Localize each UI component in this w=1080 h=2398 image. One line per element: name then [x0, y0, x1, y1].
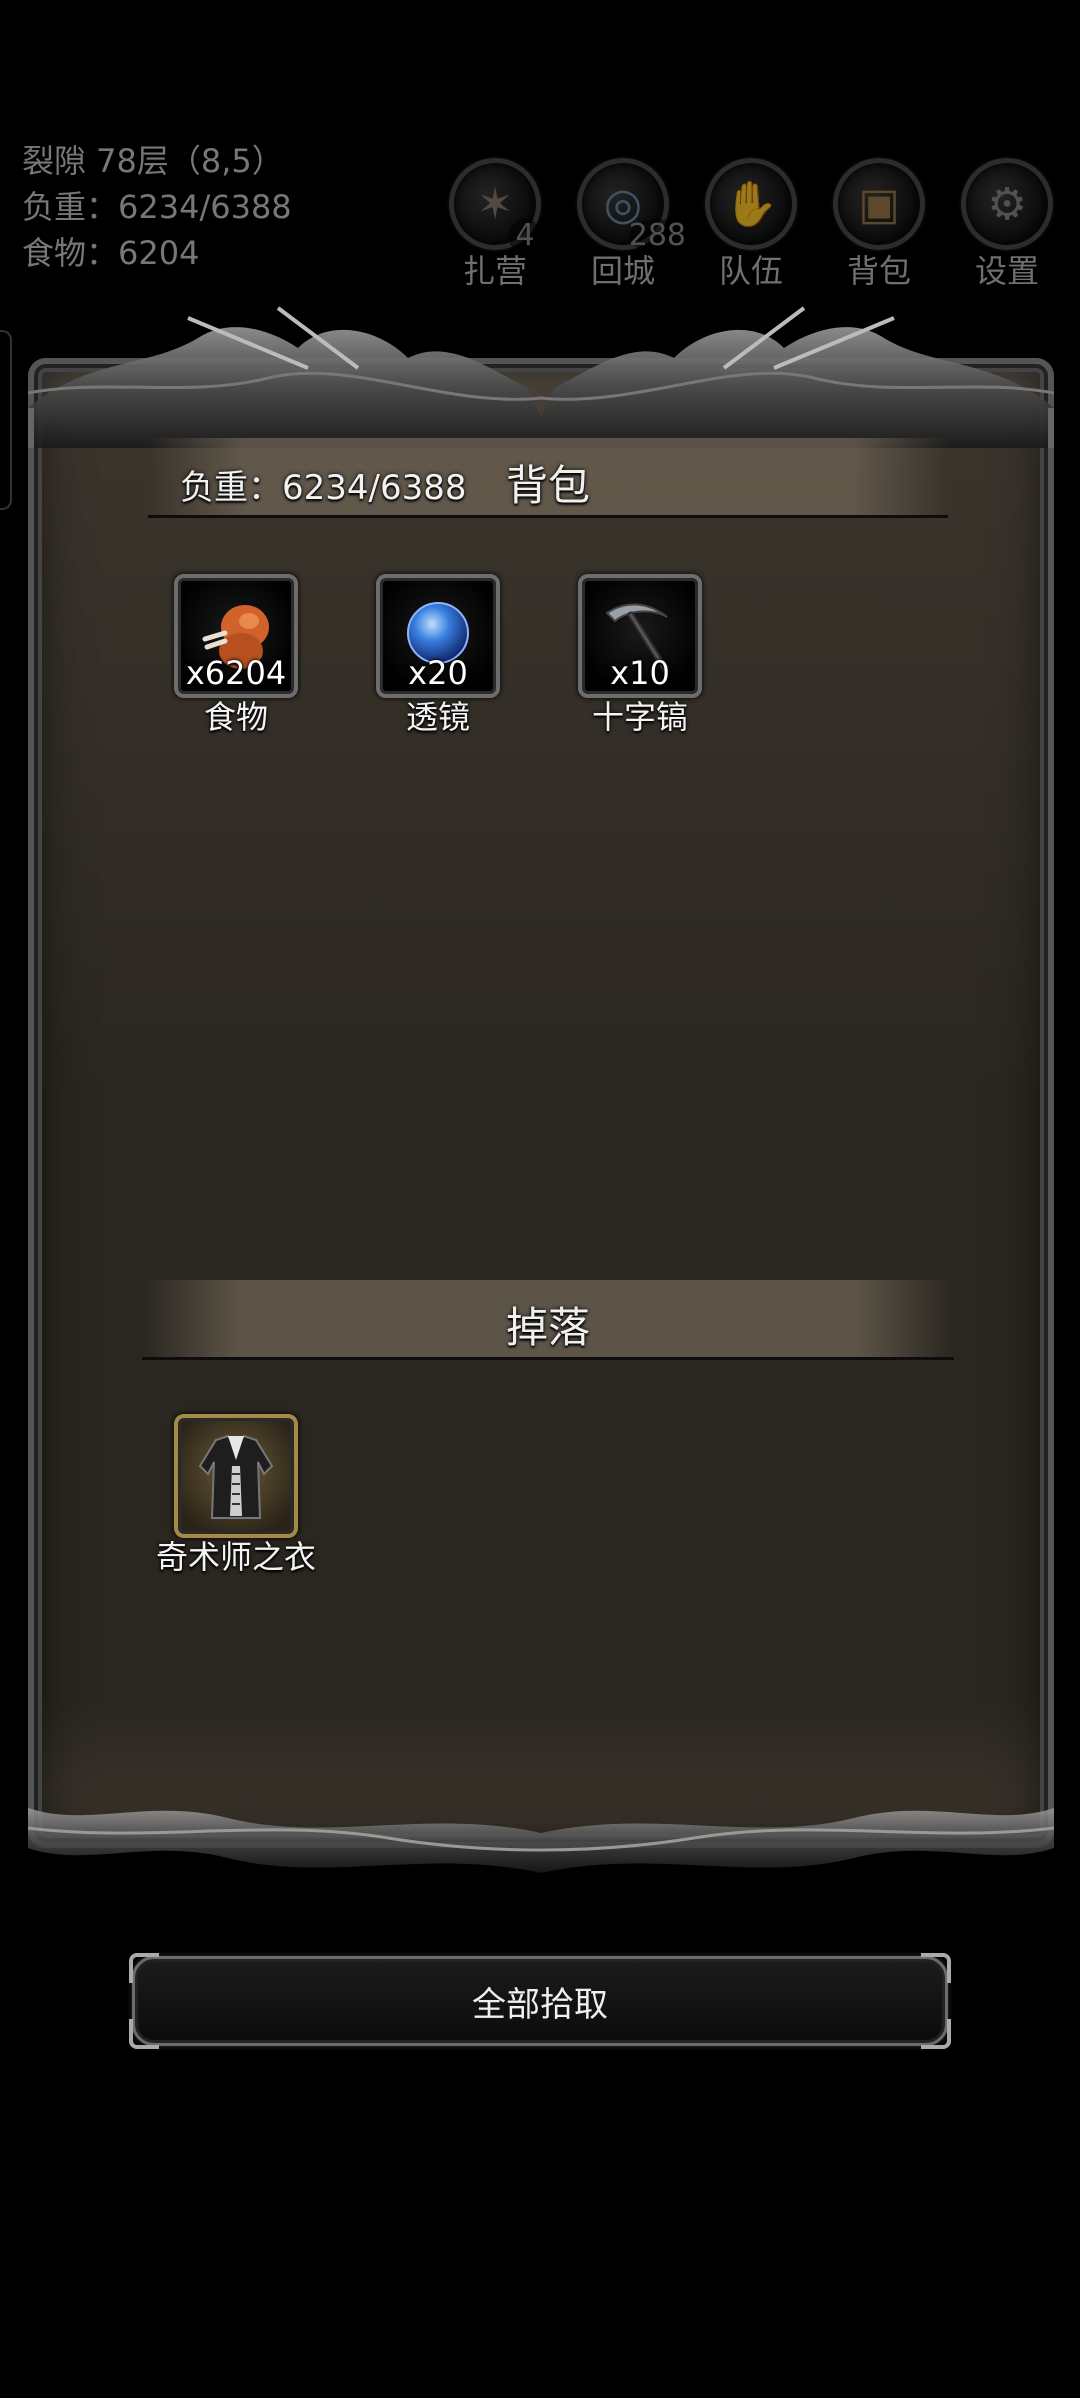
menu-settings-button[interactable]: ⚙ 设置	[960, 158, 1054, 292]
drop-item-robe[interactable]: 奇术师之衣	[156, 1414, 316, 1578]
menu-return-button[interactable]: ◎ 288 回城	[576, 158, 686, 292]
robe-icon	[198, 1434, 274, 1519]
gear-icon: ⚙	[961, 158, 1053, 250]
pick-all-button[interactable]: 全部拾取	[129, 1953, 951, 2049]
dragon-crest-ornament	[28, 306, 1054, 448]
menu-team-button[interactable]: ✋ 队伍	[704, 158, 798, 292]
button-corner-ornament	[129, 2019, 159, 2049]
menu-camp-button[interactable]: ✶ 4 扎营	[448, 158, 542, 292]
weight-text: 负重：6234/6388	[22, 188, 292, 226]
menu-bag-label: 背包	[846, 252, 911, 290]
item-quantity: x10	[610, 654, 670, 692]
item-quantity: x20	[408, 654, 468, 692]
item-name: 食物	[203, 698, 268, 736]
menu-bag-button[interactable]: ▣ 背包	[832, 158, 926, 292]
button-corner-ornament	[921, 1953, 951, 1983]
status-panel: 裂隙 78层（8,5） 负重：6234/6388 食物：6204	[22, 138, 292, 276]
drops-section-header: 掉落	[142, 1280, 954, 1360]
menu-team-label: 队伍	[718, 252, 783, 290]
camp-count-badge: 4	[508, 219, 542, 253]
backpack-icon: ▣	[833, 158, 925, 250]
campfire-icon: ✶ 4	[449, 158, 542, 253]
item-name: 透镜	[405, 698, 470, 736]
portal-icon: ◎ 288	[577, 158, 686, 253]
bag-title: 背包	[505, 461, 590, 510]
bag-section-header: 负重：6234/6388 背包	[148, 438, 948, 518]
loot-panel: 负重：6234/6388 背包 x6204 食物 x20 透镜 x10 十字镐 …	[28, 298, 1054, 1898]
pick-all-label: 全部拾取	[472, 1984, 608, 2025]
food-text: 食物：6204	[22, 234, 200, 272]
item-name: 十字镐	[591, 698, 688, 736]
button-corner-ornament	[129, 1953, 159, 1983]
item-slot: x10	[578, 574, 702, 698]
item-quantity: x6204	[185, 654, 287, 692]
item-slot	[174, 1414, 298, 1538]
return-count-badge: 288	[628, 218, 686, 253]
item-slot: x6204	[174, 574, 298, 698]
bag-item-pickaxe[interactable]: x10 十字镐	[578, 574, 702, 738]
panel-bottom-ornament	[28, 1808, 1054, 1873]
bag-item-lens[interactable]: x20 透镜	[376, 574, 500, 738]
top-menu: ✶ 4 扎营 ◎ 288 回城 ✋ 队伍 ▣ 背包 ⚙ 设置	[448, 158, 1054, 292]
team-icon: ✋	[705, 158, 797, 250]
item-name: 奇术师之衣	[156, 1538, 317, 1576]
item-slot: x20	[376, 574, 500, 698]
button-corner-ornament	[921, 2019, 951, 2049]
location-text: 裂隙 78层（8,5）	[22, 142, 284, 180]
side-edge-handle	[0, 330, 12, 510]
menu-settings-label: 设置	[974, 252, 1039, 290]
drops-title: 掉落	[505, 1303, 590, 1352]
drop-item-list: 奇术师之衣	[156, 1414, 316, 1578]
bag-item-food[interactable]: x6204 食物	[174, 574, 298, 738]
bag-item-list: x6204 食物 x20 透镜 x10 十字镐	[174, 574, 702, 738]
